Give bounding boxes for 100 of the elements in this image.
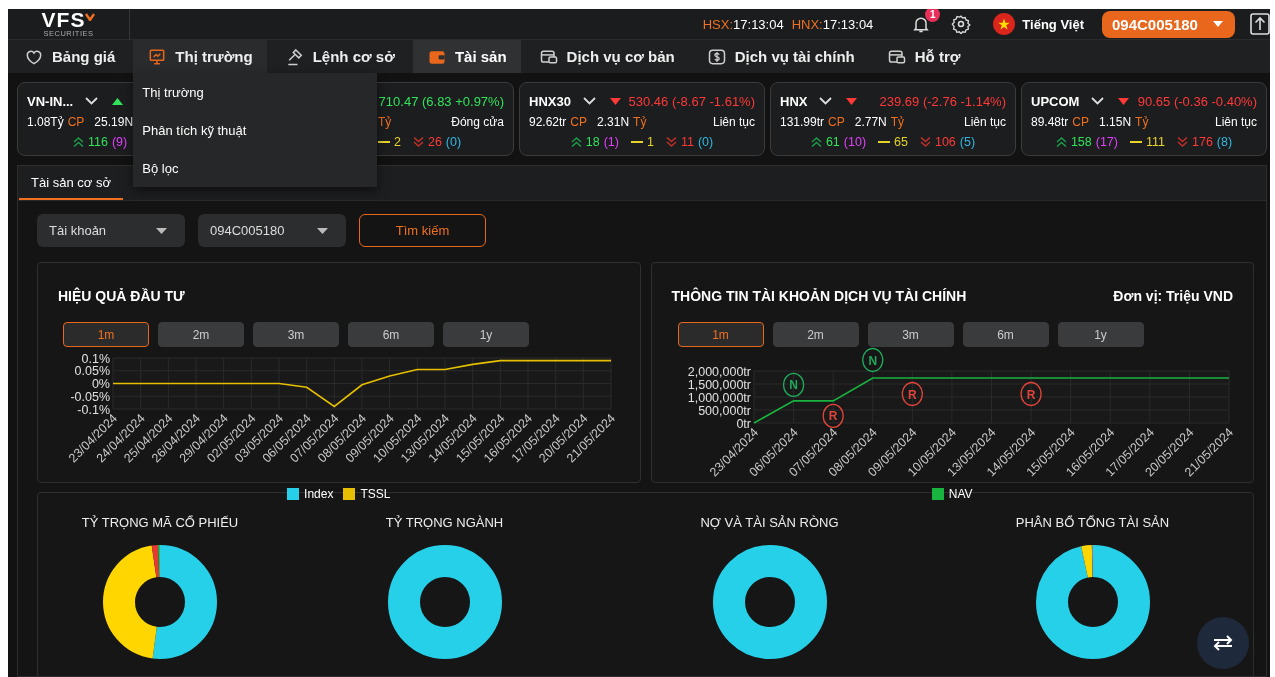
upload-icon: [1250, 13, 1270, 35]
declining-count: 11: [680, 135, 694, 149]
advancing-count: 116: [88, 135, 108, 149]
range-button[interactable]: 1m: [677, 322, 764, 347]
index-value: 90.65 (-0.36 -0.40%): [1137, 93, 1257, 109]
unit-label: Tỷ: [1135, 114, 1149, 129]
volume-value: 131.99tr: [780, 114, 825, 129]
search-button[interactable]: Tìm kiếm: [359, 214, 486, 247]
index-name[interactable]: UPCOM: [1031, 93, 1080, 109]
index-name[interactable]: HNX30: [529, 93, 571, 109]
double-chevron-up-icon: [810, 137, 822, 147]
language-selector[interactable]: Tiếng Việt: [1022, 16, 1084, 32]
chevron-down-icon: [1091, 97, 1105, 105]
session-status: Liên tục: [963, 114, 1006, 129]
range-button[interactable]: 6m: [348, 322, 434, 347]
trade-value: 2.77N: [854, 114, 887, 129]
range-button[interactable]: 6m: [962, 322, 1049, 347]
unit-label: CP: [1072, 114, 1090, 129]
nav-tab[interactable]: Dịch vụ tài chính: [692, 40, 869, 73]
annotation: R: [828, 409, 838, 424]
marker-badge: N: [782, 372, 804, 398]
tab[interactable]: Tài sản cơ sở: [19, 166, 123, 200]
y-axis-label: 500,000tr: [697, 403, 751, 418]
logo-mark-icon: [85, 13, 96, 21]
clock-label: HNX:: [791, 16, 823, 32]
clock-label: HSX:: [702, 16, 734, 32]
nav-tab[interactable]: Thị trường: [133, 40, 267, 73]
swap-arrows-icon: [1212, 634, 1234, 652]
range-button[interactable]: 1m: [63, 322, 149, 347]
chevron-down-icon: [582, 97, 596, 105]
marker-badge: N: [861, 347, 883, 373]
index-value: 530.46 (-8.67 -1.61%): [628, 93, 755, 109]
unit-label: Đơn vị: Triệu VND: [1113, 287, 1233, 305]
logo-text: VFS: [41, 10, 86, 30]
double-chevron-down-icon: [919, 137, 931, 147]
volume-value: 1.08Tỷ: [27, 114, 64, 129]
index-name[interactable]: HNX: [780, 93, 808, 109]
double-chevron-down-icon: [412, 137, 424, 147]
trade-value: 1.15N: [1099, 114, 1132, 129]
range-button[interactable]: 1y: [443, 322, 529, 347]
nav-tab[interactable]: Hỗ trợ: [872, 40, 975, 73]
marker-badge: R: [1019, 381, 1042, 407]
ceiling-count: (17): [1095, 135, 1118, 149]
range-button[interactable]: 2m: [158, 322, 244, 347]
panel-title: THÔNG TIN TÀI KHOẢN DỊCH VỤ TÀI CHÍNH: [671, 287, 967, 305]
index-value: 239.69 (-2.76 -1.14%): [879, 93, 1006, 109]
flag-icon: [993, 13, 1016, 35]
panel-title: HIỆU QUẢ ĐẦU TƯ: [58, 287, 185, 305]
caret-down-icon: [1213, 21, 1223, 27]
legend-label: NAV: [948, 486, 973, 501]
nav-tab[interactable]: Bảng giá: [10, 40, 130, 73]
volume-value: 92.62tr: [529, 114, 567, 129]
unchanged-count: 65: [894, 135, 908, 149]
ceiling-count: (1): [603, 135, 619, 149]
annotation: R: [1026, 387, 1036, 402]
unit-label: CP: [67, 114, 85, 129]
range-button[interactable]: 1y: [1057, 322, 1144, 347]
menu-item[interactable]: Bộ lọc: [133, 149, 378, 187]
annotation: N: [788, 378, 798, 393]
marker-badge: R: [901, 381, 923, 407]
unit-label: Tỷ: [890, 114, 905, 129]
account-number-select[interactable]: 094C005180: [198, 214, 346, 247]
nav-tab[interactable]: Dịch vụ cơ bản: [524, 40, 689, 73]
unchanged-count: 1: [647, 135, 654, 149]
range-button[interactable]: 3m: [867, 322, 954, 347]
session-status: Liên tục: [1214, 114, 1257, 129]
y-axis-label: 1,000,000tr: [687, 390, 751, 405]
double-chevron-up-icon: [570, 137, 582, 147]
nav-tab[interactable]: Tài sản: [412, 40, 521, 73]
unit-label: Tỷ: [378, 114, 392, 129]
dash-icon: [378, 141, 390, 143]
y-axis-label: 1,500,000tr: [687, 377, 751, 392]
volume-value: 89.48tr: [1031, 114, 1069, 129]
account-type-select[interactable]: Tài khoản: [37, 214, 185, 247]
index-name[interactable]: VN-IN...: [27, 93, 74, 109]
legend-label: TSSL: [360, 486, 391, 501]
nav-tab[interactable]: Lệnh cơ sở: [270, 40, 409, 73]
marker-badge: R: [822, 403, 844, 429]
clock-time: 17:13:04: [733, 16, 784, 32]
menu-item[interactable]: Phân tích kỹ thuật: [133, 111, 378, 149]
index-value: 710.47 (6.83 +0.97%): [378, 93, 504, 109]
chart-title: TỶ TRỌNG MÃ CỔ PHIẾU: [81, 515, 239, 531]
y-axis-label: -0.05%: [70, 389, 110, 404]
chevron-down-icon: [819, 97, 833, 105]
y-axis-label: 0.05%: [74, 364, 110, 379]
double-chevron-down-icon: [665, 137, 677, 147]
dash-icon: [631, 141, 643, 143]
range-button[interactable]: 2m: [772, 322, 859, 347]
range-button[interactable]: 3m: [253, 322, 339, 347]
y-axis-label: 0.1%: [81, 351, 110, 366]
dash-icon: [878, 141, 891, 143]
unchanged-count: 111: [1145, 135, 1165, 149]
declining-count: 176: [1192, 135, 1213, 149]
menu-item[interactable]: Thị trường: [133, 73, 378, 111]
floor-count: (0): [697, 135, 714, 149]
chart-title: PHÂN BỔ TỔNG TÀI SẢN: [1015, 515, 1170, 531]
session-status: Liên tục: [712, 114, 755, 129]
y-axis-label: 0%: [91, 377, 110, 391]
session-status: Đóng cửa: [451, 114, 504, 129]
legend-label: Index: [304, 486, 334, 501]
